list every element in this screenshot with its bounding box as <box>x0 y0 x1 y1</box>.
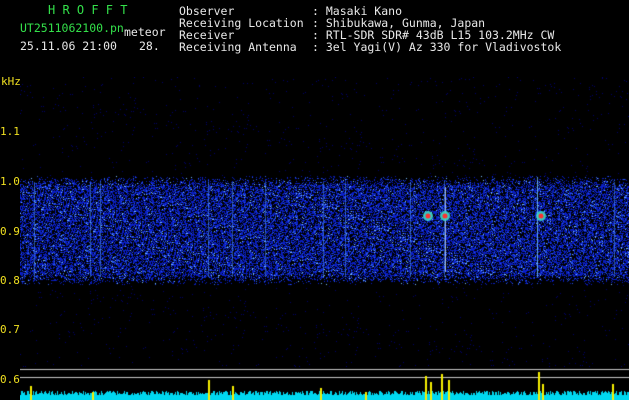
spectrogram-waterfall <box>20 77 629 400</box>
kind-label: meteor <box>124 25 166 39</box>
y-tick-1-0: 1.0 <box>0 175 20 188</box>
y-tick-0-8: 0.8 <box>0 274 20 287</box>
info-label-antenna: Receiving Antenna <box>179 40 297 54</box>
count: 28. <box>139 39 160 53</box>
y-tick-0-7: 0.7 <box>0 323 20 336</box>
title: H R O F F T <box>48 3 128 17</box>
y-tick-0-9: 0.9 <box>0 225 20 238</box>
info-value-antenna: : 3el Yagi(V) Az 330 for Vladivostok <box>312 40 562 54</box>
filename: UT2511062100.pn <box>20 21 124 35</box>
y-tick-1-1: 1.1 <box>0 125 20 138</box>
y-unit-label: kHz <box>1 75 21 88</box>
datetime: 25.11.06 21:00 <box>20 39 117 53</box>
y-tick-0-6: 0.6 <box>0 373 20 386</box>
